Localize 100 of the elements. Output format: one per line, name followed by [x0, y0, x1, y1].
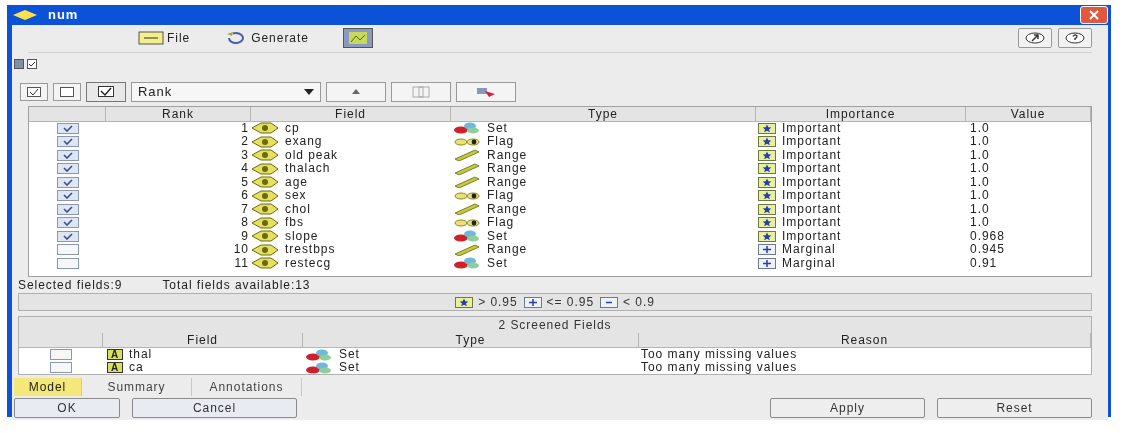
total-count: Total fields available:13 — [162, 277, 311, 294]
shapes-icon — [453, 257, 481, 270]
column-header[interactable]: Rank — [106, 106, 251, 122]
type-label: Range — [487, 162, 528, 176]
dialog-button[interactable]: OK — [14, 398, 120, 418]
column-header[interactable]: Type — [451, 106, 756, 122]
checkbox[interactable] — [56, 122, 79, 134]
check-icon — [62, 165, 73, 173]
field-name: chol — [285, 202, 311, 216]
column-header[interactable]: Reason — [639, 333, 1091, 348]
check-icon — [27, 86, 41, 97]
type-label: Flag — [487, 189, 515, 203]
shapes-icon — [305, 348, 333, 361]
legend-label: <= 0.95 — [546, 294, 595, 311]
type-label: Range — [487, 148, 528, 162]
sort-ascending-button[interactable] — [326, 81, 386, 102]
check-icon — [98, 86, 114, 97]
filter-button[interactable] — [456, 81, 516, 102]
tab[interactable]: Model — [14, 378, 82, 396]
column-header[interactable]: Field — [103, 333, 303, 348]
field-icon — [251, 135, 279, 148]
rank-cell: 1 — [241, 121, 249, 135]
type-label: Set — [487, 256, 508, 270]
check-icon — [62, 138, 73, 146]
shapes-icon — [453, 230, 481, 243]
checkbox[interactable] — [56, 163, 79, 175]
window-title: num — [48, 6, 79, 24]
tag-icon — [475, 85, 497, 98]
caret-icon — [304, 88, 314, 95]
importance-label: Marginal — [782, 243, 836, 257]
file-icon — [138, 31, 164, 45]
help-button[interactable] — [1058, 28, 1092, 48]
checkbox[interactable] — [56, 176, 79, 188]
empty-box-icon — [60, 86, 74, 97]
check-icon — [62, 192, 73, 200]
field-name: slope — [285, 229, 319, 243]
ruler-icon — [453, 243, 481, 256]
check-all-button[interactable] — [20, 82, 48, 101]
toolbar-button[interactable] — [342, 28, 373, 48]
sort-dropdown[interactable]: Rank — [131, 81, 321, 102]
value-cell: 0.968 — [970, 228, 1005, 243]
field-icon — [251, 176, 279, 189]
column-header[interactable]: Value — [966, 106, 1091, 122]
view-checkbox[interactable] — [27, 58, 37, 69]
view-checkbox[interactable] — [14, 58, 24, 69]
value-cell: 1.0 — [970, 134, 990, 149]
checkbox[interactable] — [50, 349, 72, 360]
checkbox[interactable] — [50, 362, 72, 373]
column-header[interactable]: Type — [303, 333, 639, 348]
field-icon — [251, 162, 279, 175]
checkbox[interactable] — [56, 136, 79, 148]
checkbox[interactable] — [56, 230, 79, 242]
checkbox[interactable] — [56, 190, 79, 202]
column-header[interactable]: Field — [251, 106, 451, 122]
dialog-button[interactable]: Reset — [937, 398, 1092, 418]
type-label: Range — [487, 243, 528, 257]
check-icon — [62, 151, 73, 159]
field-icon — [251, 122, 279, 135]
checkbox[interactable] — [56, 203, 79, 215]
field-name: fbs — [285, 216, 304, 230]
up-arrow-icon — [352, 89, 360, 94]
field-name: trestbps — [285, 243, 336, 257]
checkbox[interactable] — [56, 217, 79, 229]
type-label: Range — [487, 202, 528, 216]
minus-icon — [600, 296, 619, 308]
value-cell: 0.91 — [970, 255, 998, 270]
shapes-icon — [453, 122, 481, 135]
close-button[interactable] — [1080, 5, 1108, 24]
importance-label: Important — [782, 175, 842, 189]
check-icon — [62, 232, 73, 240]
check-selected-button[interactable] — [86, 81, 126, 102]
menu-button[interactable]: Generate — [224, 29, 309, 47]
checkbox[interactable] — [56, 244, 79, 256]
value-cell: 1.0 — [970, 161, 990, 176]
field-badge: A — [107, 362, 123, 373]
dialog-button[interactable]: Cancel — [132, 398, 297, 418]
importance-label: Important — [782, 229, 842, 243]
field-name: thal — [129, 348, 153, 361]
copy-icon — [412, 85, 430, 98]
importance-label: Important — [782, 162, 842, 176]
dialog-button[interactable]: Apply — [770, 398, 925, 418]
checkbox[interactable] — [56, 257, 79, 269]
menu-button[interactable]: File — [138, 29, 191, 47]
rank-cell: 9 — [241, 229, 249, 243]
ruler-icon — [453, 176, 481, 189]
rank-cell: 3 — [241, 148, 249, 162]
rank-cell: 7 — [241, 202, 249, 216]
value-cell: 1.0 — [970, 147, 990, 162]
copy-button[interactable] — [391, 81, 451, 102]
column-header[interactable]: Importance — [756, 106, 966, 122]
importance-label: Important — [782, 148, 842, 162]
field-name: sex — [285, 189, 307, 203]
checkbox[interactable] — [56, 149, 79, 161]
uncheck-all-button[interactable] — [53, 82, 81, 101]
ruler-icon — [453, 162, 481, 175]
rank-cell: 10 — [233, 243, 249, 257]
importance-label: Important — [782, 135, 842, 149]
expand-button[interactable] — [1018, 28, 1052, 48]
field-icon — [251, 257, 279, 270]
value-cell: 1.0 — [970, 188, 990, 203]
